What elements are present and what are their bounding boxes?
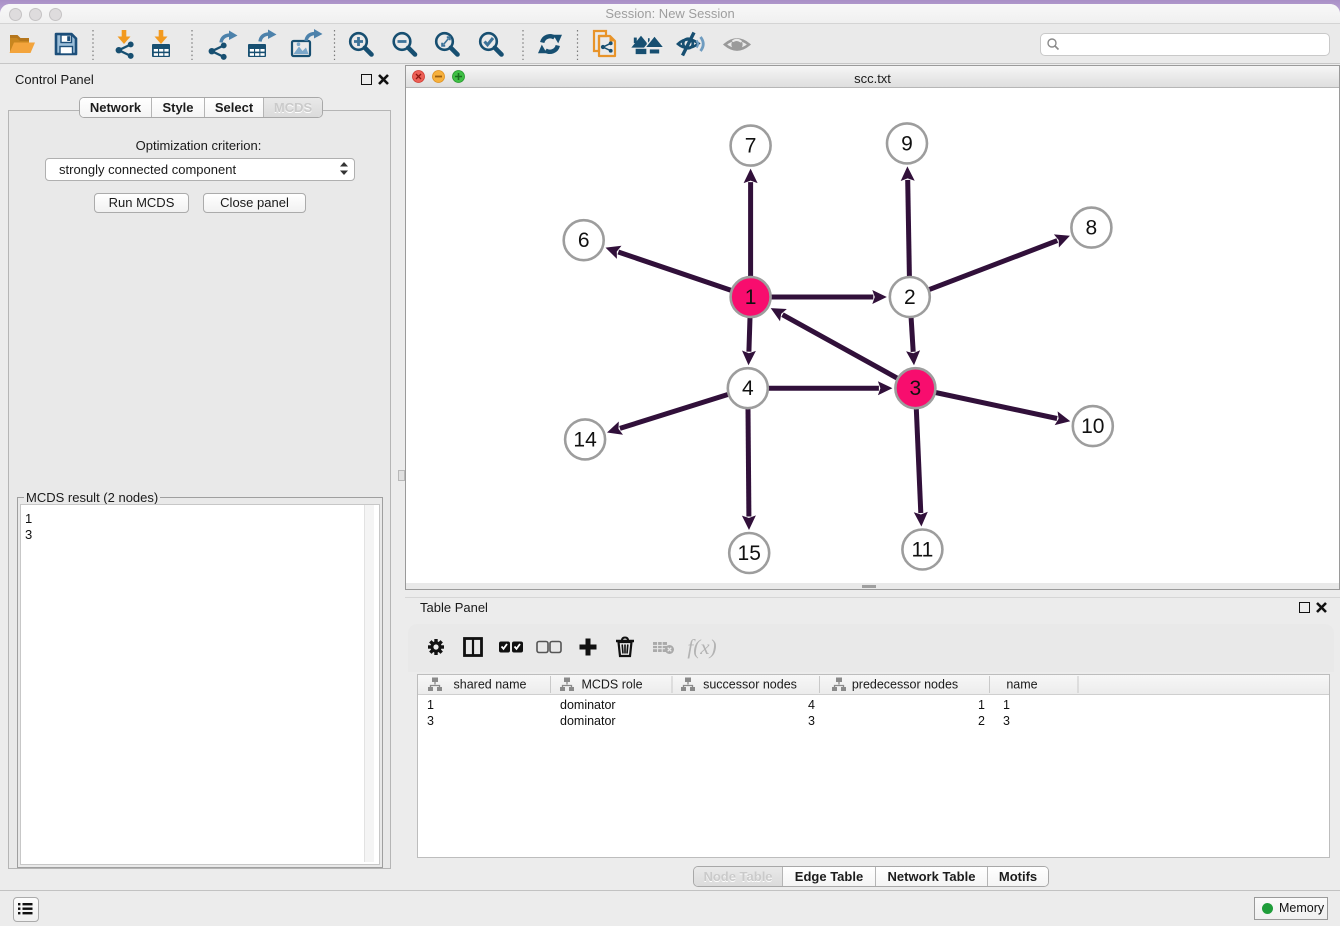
svg-text:predecessor nodes: predecessor nodes (852, 678, 958, 692)
svg-text:4: 4 (742, 377, 754, 400)
svg-text:10: 10 (1081, 415, 1104, 438)
svg-text:7: 7 (745, 135, 757, 158)
svg-text:MCDS role: MCDS role (581, 678, 642, 692)
svg-text:9: 9 (901, 132, 913, 155)
svg-text:successor nodes: successor nodes (703, 678, 797, 692)
svg-text:name: name (1006, 678, 1037, 692)
svg-text:shared name: shared name (454, 678, 527, 692)
svg-text:3: 3 (910, 377, 922, 400)
svg-text:1: 1 (745, 286, 757, 309)
svg-text:6: 6 (578, 229, 590, 252)
svg-text:2: 2 (904, 286, 916, 309)
svg-text:f(x): f(x) (687, 635, 716, 659)
svg-text:14: 14 (573, 428, 597, 451)
svg-text:15: 15 (738, 542, 761, 565)
svg-text:11: 11 (911, 539, 933, 562)
svg-text:8: 8 (1086, 217, 1098, 240)
